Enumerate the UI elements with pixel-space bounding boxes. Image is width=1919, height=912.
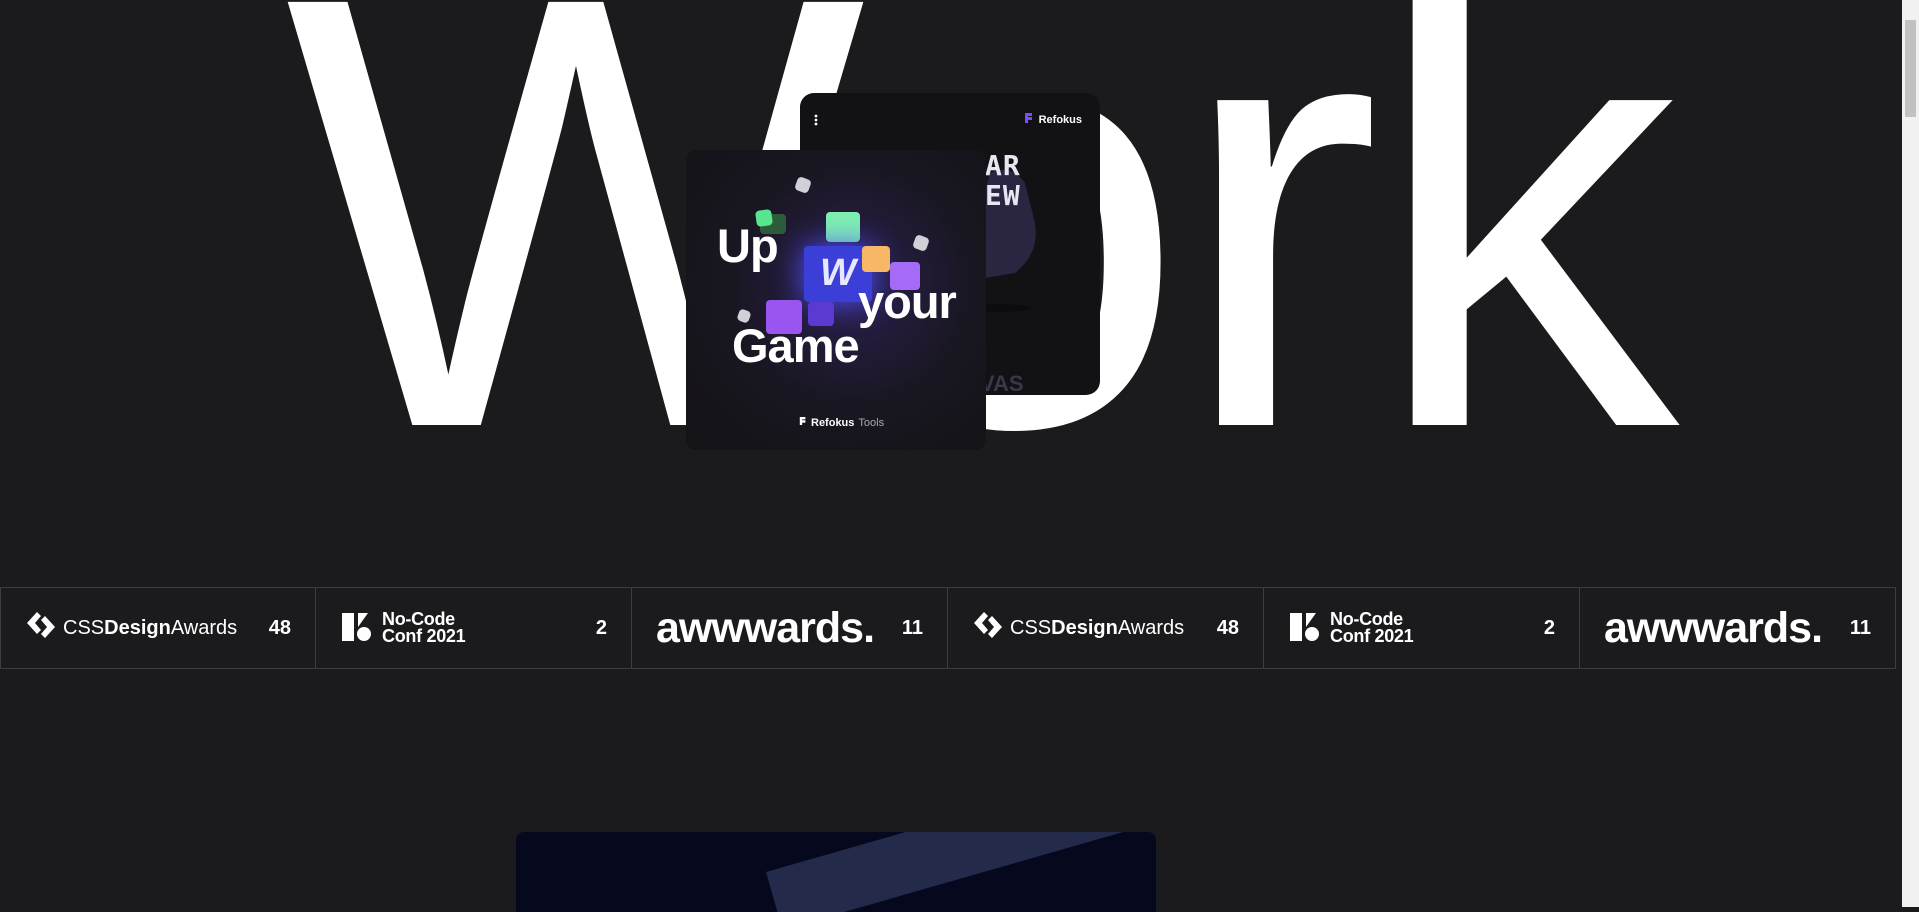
award-count: 2	[1543, 616, 1555, 639]
project-card-front[interactable]: W Up your Game Refokus Tools	[686, 150, 986, 450]
headline-game: Game	[732, 319, 860, 372]
award-count: 2	[595, 616, 607, 639]
brand-label: Refokus	[1038, 113, 1082, 126]
css-design-awards-logo: CSSDesignAwards	[972, 610, 1184, 646]
no-code-conf-logo: No-Code Conf 2021	[1288, 609, 1414, 648]
headline-up: Up	[717, 219, 779, 272]
award-tile-css-design-awards[interactable]: CSSDesignAwards 48	[0, 587, 316, 669]
award-tile-no-code-conf[interactable]: No-Code Conf 2021 2	[316, 587, 632, 669]
award-count: 11	[901, 616, 923, 639]
scrollbar[interactable]	[1902, 0, 1919, 907]
cube-decoration	[912, 234, 930, 252]
award-count: 48	[268, 616, 291, 639]
no-code-conf-icon	[340, 609, 374, 648]
scrollbar-thumb[interactable]	[1905, 20, 1916, 117]
webflow-badge-icon: W	[820, 252, 856, 294]
more-vertical-icon[interactable]	[814, 113, 818, 131]
awwwards-logo: awwwards.	[1604, 603, 1823, 652]
cube-decoration	[794, 176, 812, 194]
headline-your: your	[858, 275, 957, 328]
preview-stripe-decoration	[766, 832, 1156, 912]
no-code-conf-logo: No-Code Conf 2021	[340, 609, 466, 648]
refokus-brand: Refokus	[1024, 112, 1082, 127]
no-code-conf-icon	[1288, 609, 1322, 648]
brand-label: Refokus	[811, 416, 855, 429]
css-design-awards-icon	[972, 610, 1004, 646]
pixel-line: AR	[985, 149, 1021, 182]
refokus-logo-icon	[1024, 112, 1034, 127]
project-preview-card[interactable]	[516, 832, 1156, 912]
award-count: 11	[1849, 616, 1871, 639]
award-count: 48	[1216, 616, 1239, 639]
awwwards-logo: awwwards.	[656, 603, 875, 652]
refokus-logo-icon	[799, 416, 807, 429]
card-back-pixel-text: AR EW	[985, 151, 1021, 211]
conf-line: Conf 2021	[1330, 626, 1414, 646]
brand-suffix: Tools	[858, 416, 885, 429]
award-tile-awwwards[interactable]: awwwards. 11	[632, 587, 948, 669]
award-tile-awwwards[interactable]: awwwards. 11	[1580, 587, 1896, 669]
card-back-footer-text: VAS	[980, 371, 1024, 395]
pixel-line: EW	[985, 179, 1021, 212]
awards-strip: CSSDesignAwards 48 No-Code Conf 2021 2 a…	[0, 587, 1898, 671]
cube-decoration	[826, 212, 860, 242]
award-tile-no-code-conf[interactable]: No-Code Conf 2021 2	[1264, 587, 1580, 669]
css-design-awards-logo: CSSDesignAwards	[25, 610, 237, 646]
cube-decoration	[862, 246, 890, 272]
refokus-tools-brand: Refokus Tools	[799, 416, 884, 429]
conf-line: Conf 2021	[382, 626, 466, 646]
css-design-awards-icon	[25, 610, 57, 646]
award-tile-css-design-awards[interactable]: CSSDesignAwards 48	[948, 587, 1264, 669]
